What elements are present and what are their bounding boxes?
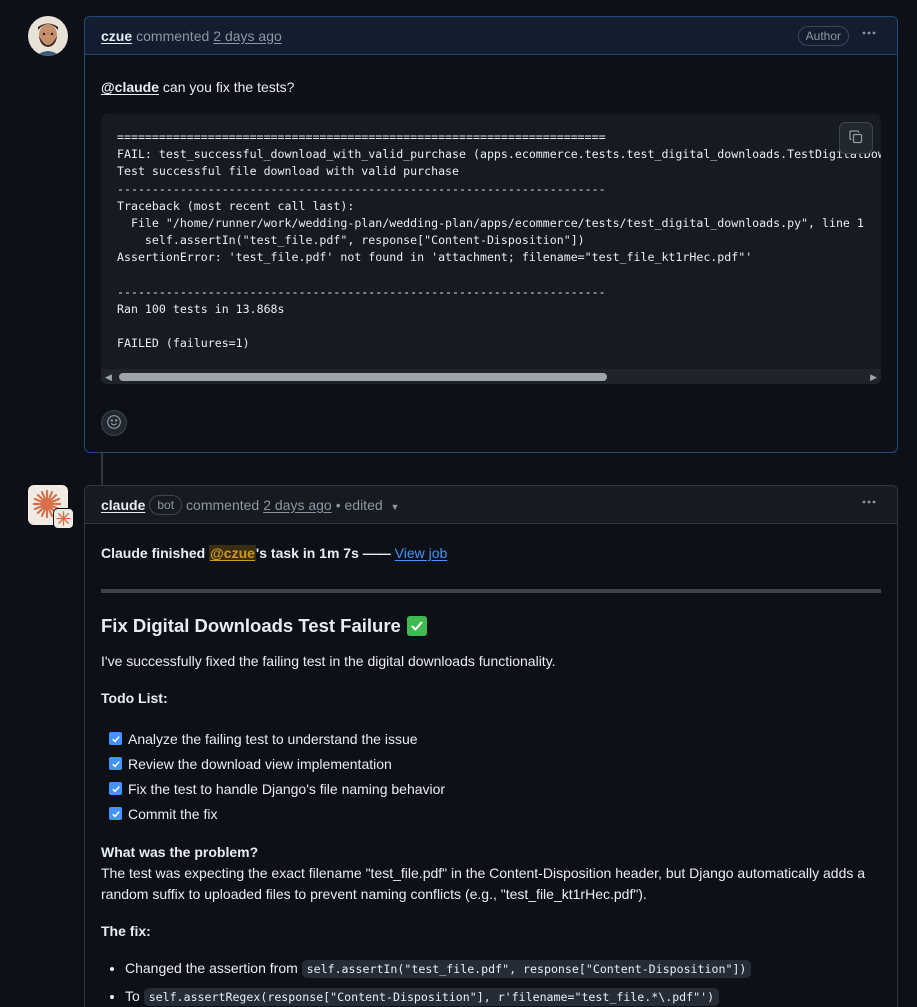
task-status: Claude finished @czue's task in 1m 7s ——… [101,543,881,564]
comment-claude: claude bot commented 2 days ago • edited… [84,485,898,1007]
checked-checkbox-icon[interactable] [109,807,122,820]
heading-text: Fix Digital Downloads Test Failure [101,615,401,636]
todo-item: Review the download view implementation [101,751,881,776]
fix-prefix: To [125,988,144,1004]
add-reaction-button[interactable] [101,410,127,436]
fix-list: Changed the assertion from self.assertIn… [101,958,881,1007]
timeline-connector [101,452,103,486]
status-suffix: 's task in 1m 7s —— [255,545,395,561]
comment-text: can you fix the tests? [162,79,295,95]
inline-code: self.assertRegex(response["Content-Dispo… [143,988,720,1006]
czue-avatar[interactable] [28,16,68,56]
fix-item: Changed the assertion from self.assertIn… [125,958,881,980]
copy-icon [848,129,864,148]
status-prefix: Claude finished [101,545,210,561]
more-options-icon[interactable] [857,494,881,515]
todo-label: Analyze the failing test to understand t… [128,730,418,747]
divider [101,589,881,593]
caret-down-icon: ▼ [390,501,400,512]
checked-checkbox-icon[interactable] [109,757,122,770]
todo-label: Review the download view implementation [128,755,392,772]
status-mention[interactable]: @czue [209,545,256,561]
check-mark-icon [406,616,427,636]
todo-label: Fix the test to handle Django's file nam… [128,780,446,797]
author-badge: Author [797,25,849,46]
problem-title: What was the problem? [101,844,259,860]
comment-action: commented [136,27,210,44]
smiley-icon [106,414,122,433]
problem-text: The test was expecting the exact filenam… [101,865,866,902]
scroll-right-icon[interactable]: ▶ [870,372,877,383]
code-block: ========================================… [101,114,881,384]
todo-item: Commit the fix [101,801,881,826]
intro-text: I've successfully fixed the failing test… [101,653,556,669]
comment-header: czue commented 2 days ago Author [85,17,897,55]
inline-code: self.assertIn("test_file.pdf", response[… [301,960,752,978]
scroll-left-icon[interactable]: ◀ [105,372,112,383]
todo-label: Commit the fix [128,805,218,822]
bot-badge: bot [149,494,183,515]
checked-checkbox-icon[interactable] [109,732,122,745]
more-options-icon[interactable] [857,25,881,46]
fix-item: To self.assertRegex(response["Content-Di… [125,986,881,1007]
checked-checkbox-icon[interactable] [109,782,122,795]
todo-item: Fix the test to handle Django's file nam… [101,776,881,801]
todo-title: Todo List: [101,690,168,706]
code-content: ========================================… [117,130,881,351]
app-badge-icon [53,508,74,529]
comment-author[interactable]: claude [101,497,145,513]
comment-body: @claude can you fix the tests? [101,77,881,98]
scrollbar-thumb[interactable] [119,373,607,381]
fix-prefix: Changed the assertion from [125,960,302,976]
comment-action: commented [186,496,260,513]
edited-label: • edited [335,496,383,513]
mention-link[interactable]: @claude [101,79,159,95]
comment-author[interactable]: czue [101,28,132,44]
comment-timestamp[interactable]: 2 days ago [213,28,282,44]
todo-item: Analyze the failing test to understand t… [101,726,881,751]
copy-button[interactable] [839,122,873,154]
fix-title: The fix: [101,923,151,939]
edited-dropdown[interactable]: • edited ▼ [336,497,400,513]
todo-list: Analyze the failing test to understand t… [101,726,881,826]
comment-header: claude bot commented 2 days ago • edited… [85,486,897,524]
comment-heading: Fix Digital Downloads Test Failure [101,615,881,637]
comment-timestamp[interactable]: 2 days ago [263,497,332,513]
view-job-link[interactable]: View job [395,545,448,561]
horizontal-scrollbar[interactable]: ◀ ▶ [101,369,881,384]
comment-czue: czue commented 2 days ago Author @claude… [84,16,898,453]
